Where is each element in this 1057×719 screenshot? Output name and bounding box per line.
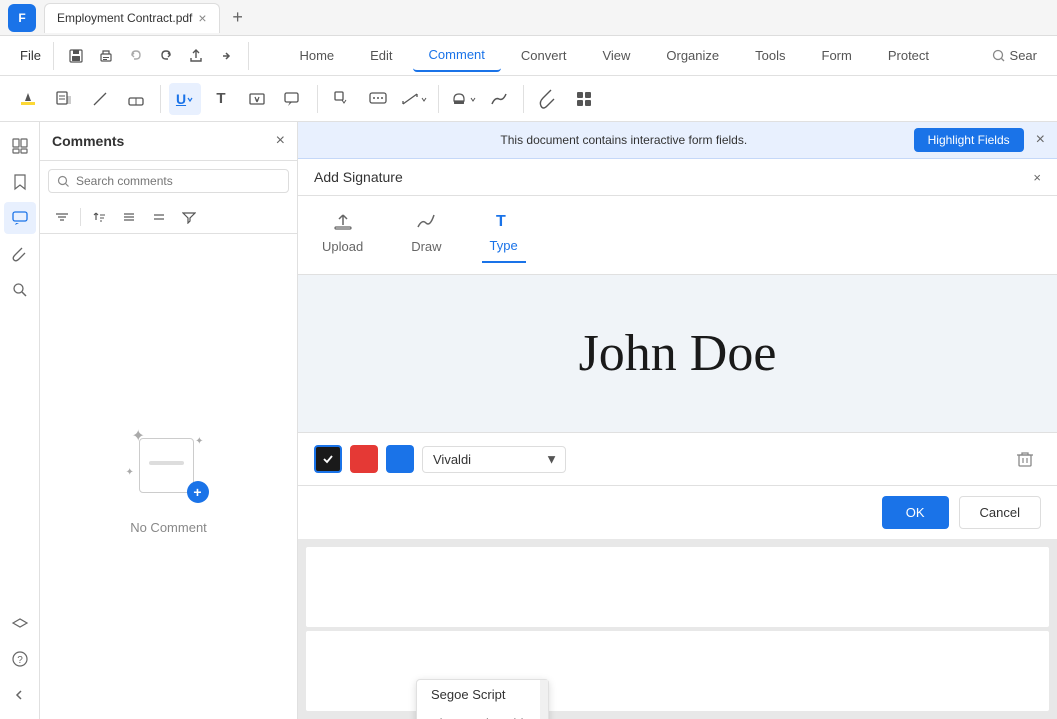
comments-close-button[interactable]: × [276, 132, 285, 150]
redo-button[interactable] [152, 42, 180, 70]
tab-organize[interactable]: Organize [650, 40, 735, 72]
pdf-area: This document contains interactive form … [298, 122, 1057, 719]
signature-dialog-title: Add Signature [314, 169, 403, 185]
comments-title: Comments [52, 133, 124, 149]
comments-search-bar[interactable] [48, 169, 289, 193]
print-button[interactable] [92, 42, 120, 70]
eraser-tool[interactable] [120, 83, 152, 115]
attachment-tool[interactable] [532, 83, 564, 115]
collapse-button[interactable] [145, 205, 173, 229]
font-select-wrapper: Segoe Script Showcard Gothic Snap ITC St… [422, 446, 566, 473]
svg-text:T: T [496, 213, 506, 230]
color-black[interactable] [314, 445, 342, 473]
signature-close-button[interactable]: × [1033, 170, 1041, 185]
save-button[interactable] [62, 42, 90, 70]
highlight-tool[interactable] [12, 83, 44, 115]
ok-button[interactable]: OK [882, 496, 949, 529]
no-comment-label: No Comment [130, 520, 207, 535]
search-label: Sear [1010, 48, 1037, 63]
layers-icon[interactable] [4, 607, 36, 639]
color-red[interactable] [350, 445, 378, 473]
tab-home[interactable]: Home [283, 40, 350, 72]
help-icon[interactable]: ? [4, 643, 36, 675]
notification-close-button[interactable]: × [1036, 131, 1045, 149]
upload-tab[interactable]: Upload [314, 209, 371, 262]
sticky-note-tool[interactable] [48, 83, 80, 115]
pdf-page-1 [306, 547, 1049, 627]
type-tab-label: Type [490, 238, 518, 253]
file-menu[interactable]: File [8, 36, 53, 76]
search-comments-input[interactable] [76, 174, 280, 188]
filter-button[interactable] [175, 205, 203, 229]
tab-convert[interactable]: Convert [505, 40, 583, 72]
signature-controls: Segoe Script Showcard Gothic Snap ITC St… [298, 432, 1057, 485]
draw-tab[interactable]: Draw [403, 209, 449, 262]
textbox-tool[interactable] [241, 83, 273, 115]
comments-icon[interactable] [4, 202, 36, 234]
highlight-fields-button[interactable]: Highlight Fields [914, 128, 1024, 152]
svg-text:?: ? [17, 655, 23, 666]
tab-title: Employment Contract.pdf [57, 11, 192, 25]
bookmark-icon[interactable] [4, 166, 36, 198]
tab-edit[interactable]: Edit [354, 40, 408, 72]
upload-tab-label: Upload [322, 239, 363, 254]
font-dropdown: Segoe Script Showcard Gothic Snap ITC St… [416, 679, 549, 719]
app-icon: F [8, 4, 36, 32]
tab-tools[interactable]: Tools [739, 40, 801, 72]
font-option-segoe-script[interactable]: Segoe Script [417, 680, 548, 709]
collapse-panel-icon[interactable] [4, 679, 36, 711]
callout-tool[interactable] [277, 83, 309, 115]
search-icon[interactable] [4, 274, 36, 306]
sidebar-icons: ? [0, 122, 40, 719]
undo-button[interactable] [122, 42, 150, 70]
more-button[interactable] [212, 42, 240, 70]
share-button[interactable] [182, 42, 210, 70]
cancel-button[interactable]: Cancel [959, 496, 1041, 529]
tab-protect[interactable]: Protect [872, 40, 945, 72]
signature-actions: OK Cancel [298, 485, 1057, 539]
signature-preview-area: John Doe [298, 275, 1057, 432]
underline-tool[interactable]: U [169, 83, 201, 115]
signature-dialog: Add Signature × Upload Draw T Type [298, 159, 1057, 719]
font-select[interactable]: Segoe Script Showcard Gothic Snap ITC St… [422, 446, 566, 473]
tab-view[interactable]: View [586, 40, 646, 72]
sort-asc-button[interactable] [85, 205, 113, 229]
type-tab[interactable]: T Type [482, 208, 526, 263]
expand-button[interactable] [115, 205, 143, 229]
more-tools[interactable] [568, 83, 600, 115]
color-blue[interactable] [386, 445, 414, 473]
new-tab-button[interactable]: + [224, 4, 252, 32]
tab-form[interactable]: Form [806, 40, 868, 72]
attachment-icon[interactable] [4, 238, 36, 270]
comment-tool[interactable] [362, 83, 394, 115]
signature-preview-text: John Doe [579, 324, 777, 383]
comments-panel: Comments × [40, 122, 298, 719]
page-thumbnail-icon[interactable] [4, 130, 36, 162]
active-tab[interactable]: Employment Contract.pdf × [44, 3, 220, 33]
sort-button[interactable] [48, 205, 76, 229]
shapes-tool[interactable] [326, 83, 358, 115]
text-tool[interactable]: T [205, 83, 237, 115]
signature-tabs: Upload Draw T Type [298, 196, 1057, 275]
stamp-tool[interactable] [447, 83, 479, 115]
signature-tool[interactable] [483, 83, 515, 115]
tab-close-button[interactable]: × [198, 10, 206, 26]
pdf-pages [298, 539, 1057, 719]
clear-signature-button[interactable] [1009, 443, 1041, 475]
search-bar[interactable]: Sear [980, 48, 1049, 63]
pen-tool[interactable] [84, 83, 116, 115]
comment-toolbar: U T [0, 76, 1057, 122]
no-comments-placeholder: + ✦ ✦ ✦ No Comment [40, 234, 297, 719]
tab-comment[interactable]: Comment [413, 40, 501, 72]
notification-bar: This document contains interactive form … [298, 122, 1057, 159]
font-option-showcard[interactable]: Showcard Gothic [417, 709, 548, 719]
comments-filter-toolbar [40, 201, 297, 234]
measure-tool[interactable] [398, 83, 430, 115]
draw-tab-label: Draw [411, 239, 441, 254]
notification-text: This document contains interactive form … [342, 133, 906, 147]
